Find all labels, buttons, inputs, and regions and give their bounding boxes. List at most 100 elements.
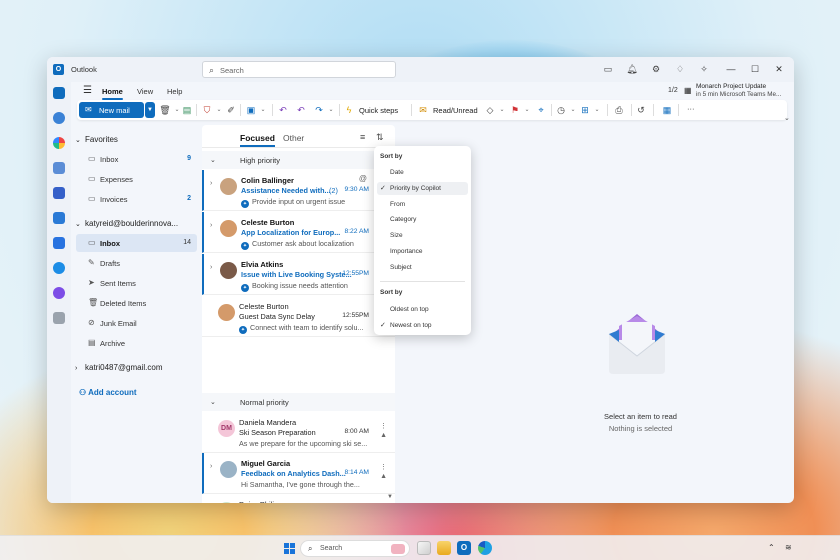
sort-option[interactable]: Size: [377, 229, 468, 242]
more-actions-icon[interactable]: ⋮: [380, 463, 387, 471]
reply-icon[interactable]: ↶: [277, 104, 289, 116]
delete-icon[interactable]: 🗑︎: [159, 104, 171, 116]
tag-icon[interactable]: ◇: [484, 104, 496, 116]
bell-icon[interactable]: 🔔︎: [626, 63, 638, 75]
search-input[interactable]: Search: [220, 66, 244, 75]
tag-dropdown-icon[interactable]: ⌄: [496, 104, 508, 116]
copilot-app-icon[interactable]: [53, 137, 65, 149]
more-options-button[interactable]: ···: [687, 104, 695, 113]
new-mail-button[interactable]: ✉ New mail: [79, 102, 144, 118]
hamburger-icon[interactable]: ☰: [83, 85, 92, 96]
gear-icon[interactable]: ⚙: [650, 63, 662, 75]
outlook-taskbar-icon[interactable]: O: [457, 541, 471, 555]
print-icon[interactable]: ⎙: [613, 104, 625, 116]
folder-inbox[interactable]: ▭ Inbox 14: [76, 234, 197, 252]
favorite-invoices[interactable]: ▭ Invoices 2: [76, 190, 197, 208]
groups-icon[interactable]: [53, 187, 65, 199]
taskbar-search[interactable]: ⌕ Search: [300, 540, 410, 557]
file-explorer-icon[interactable]: [437, 541, 451, 555]
group-high-priority[interactable]: ⌄ High priority: [202, 151, 395, 169]
task-view-icon[interactable]: [417, 541, 431, 555]
message-item[interactable]: › Elvia Atkins Issue with Live Booking Sys…: [202, 254, 395, 295]
folder-sent[interactable]: ➤ Sent Items: [76, 274, 197, 292]
message-item[interactable]: › Colin Ballinger Assistance Needed with..…: [202, 170, 395, 211]
sort-option[interactable]: Date: [377, 166, 468, 179]
rules-dropdown-icon[interactable]: ⌄: [591, 104, 603, 116]
group-normal-priority[interactable]: ⌄ Normal priority: [202, 393, 395, 411]
search-box[interactable]: ⌕ Search: [202, 61, 396, 78]
tab-view[interactable]: View: [137, 87, 153, 96]
windows-start-icon[interactable]: [284, 543, 295, 554]
report-icon[interactable]: ⛉: [201, 104, 213, 116]
people-icon[interactable]: [53, 162, 65, 174]
snooze-icon[interactable]: ◷: [555, 104, 567, 116]
chevron-right-icon[interactable]: ›: [210, 180, 212, 187]
loop-icon[interactable]: [53, 287, 65, 299]
filter-icon[interactable]: ≡: [360, 132, 365, 142]
todo-icon[interactable]: [53, 212, 65, 224]
add-account-link[interactable]: ⚇ Add account: [79, 388, 137, 397]
apps-icon[interactable]: [53, 312, 65, 324]
tab-help[interactable]: Help: [167, 87, 182, 96]
sort-option[interactable]: ✓ Priority by Copilot: [377, 181, 468, 195]
forward-dropdown-icon[interactable]: ⌄: [325, 104, 337, 116]
flag-icon[interactable]: ⚑: [509, 104, 521, 116]
message-item[interactable]: DPDaisy PhilipsAPI Integration with Book…: [202, 494, 395, 503]
read-unread-icon[interactable]: ✉: [417, 104, 429, 116]
org-icon[interactable]: [53, 237, 65, 249]
mail-icon[interactable]: [53, 87, 65, 99]
read-unread-button[interactable]: Read/Unread: [433, 106, 478, 115]
tab-other[interactable]: Other: [283, 133, 304, 143]
calendar-icon[interactable]: [53, 112, 65, 124]
move-dropdown-icon[interactable]: ⌄: [257, 104, 269, 116]
scroll-up-icon[interactable]: ▲: [380, 473, 387, 480]
move-to-icon[interactable]: ▣: [245, 104, 257, 116]
edge-icon[interactable]: [478, 541, 492, 555]
flag-dropdown-icon[interactable]: ⌄: [521, 104, 533, 116]
collapse-ribbon-icon[interactable]: ⌄: [784, 114, 790, 122]
reply-all-icon[interactable]: ↶: [295, 104, 307, 116]
message-item[interactable]: DM Daniela Mandera Ski Season Preparation 8…: [202, 412, 395, 453]
scroll-up-icon[interactable]: ▲: [380, 432, 387, 439]
onedrive-icon[interactable]: [53, 262, 65, 274]
sort-option[interactable]: Subject: [377, 261, 468, 274]
folder-deleted[interactable]: 🗑︎ Deleted Items: [76, 294, 197, 312]
close-button[interactable]: ✕: [770, 62, 788, 76]
maximize-button[interactable]: ☐: [746, 62, 764, 76]
lightbulb-icon[interactable]: ♢: [674, 63, 686, 75]
folder-archive[interactable]: ▤ Archive: [76, 334, 197, 352]
tab-focused[interactable]: Focused: [240, 133, 275, 147]
favorite-expenses[interactable]: ▭ Expenses: [76, 170, 197, 188]
copilot-icon[interactable]: ✧: [698, 63, 710, 75]
new-mail-dropdown[interactable]: ▼: [145, 102, 155, 118]
scroll-down-arrow[interactable]: ▼: [387, 494, 393, 500]
present-icon[interactable]: ▭: [602, 63, 614, 75]
rules-icon[interactable]: ⊞: [579, 104, 591, 116]
sort-option[interactable]: From: [377, 198, 468, 211]
pin-icon[interactable]: ⌖: [535, 104, 547, 116]
more-actions-icon[interactable]: ⋮: [380, 422, 387, 430]
tab-home[interactable]: Home: [102, 87, 123, 100]
undo-icon[interactable]: ↺: [635, 104, 647, 116]
chevron-right-icon[interactable]: ›: [210, 264, 212, 271]
message-item[interactable]: Celeste Burton Guest Data Sync Delay 12:55…: [202, 296, 395, 337]
favorites-header[interactable]: ⌄ Favorites: [75, 135, 118, 144]
favorite-inbox[interactable]: ▭ Inbox 9: [76, 150, 197, 168]
sort-option[interactable]: Importance: [377, 245, 468, 258]
wifi-icon[interactable]: ≋: [785, 543, 792, 552]
layout-icon[interactable]: ▦: [661, 104, 673, 116]
account-header[interactable]: ⌄ katyreid@boulderinnova...: [75, 219, 178, 228]
minimize-button[interactable]: —: [722, 62, 740, 76]
meeting-reminder[interactable]: 1/2 ▦ Monarch Project Update in 5 min Mi…: [668, 82, 788, 100]
chevron-right-icon[interactable]: ›: [210, 463, 212, 470]
quick-steps-icon[interactable]: ϟ: [343, 104, 355, 116]
forward-icon[interactable]: ↷: [313, 104, 325, 116]
archive-icon[interactable]: ▤: [181, 104, 193, 116]
account2-header[interactable]: › katri0487@gmail.com: [75, 363, 162, 372]
chevron-up-icon[interactable]: ⌃: [768, 543, 775, 552]
folder-drafts[interactable]: ✎ Drafts: [76, 254, 197, 272]
report-dropdown-icon[interactable]: ⌄: [213, 104, 225, 116]
sort-option[interactable]: Category: [377, 213, 468, 226]
chevron-right-icon[interactable]: ›: [210, 222, 212, 229]
sort-order-option[interactable]: Oldest on top: [377, 303, 468, 316]
